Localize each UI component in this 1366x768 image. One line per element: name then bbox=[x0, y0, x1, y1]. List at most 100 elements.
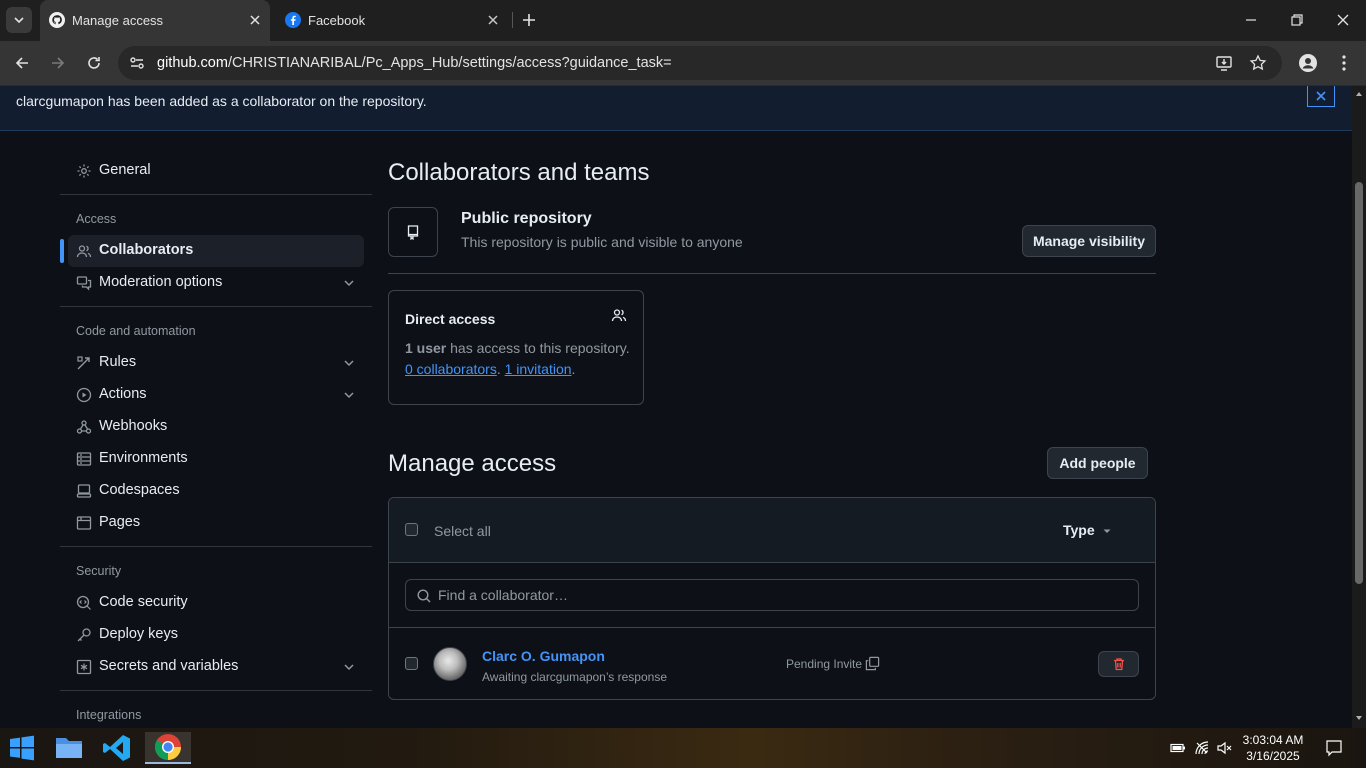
new-tab-icon[interactable] bbox=[520, 11, 538, 29]
sidebar-item-code-security[interactable]: Code security bbox=[68, 587, 364, 619]
scroll-thumb[interactable] bbox=[1355, 182, 1363, 584]
bookmark-star-icon[interactable] bbox=[1249, 54, 1267, 72]
sidebar-item-moderation[interactable]: Moderation options bbox=[68, 267, 364, 299]
list-header: Select all Type bbox=[389, 498, 1155, 563]
chevron-down-icon bbox=[344, 360, 354, 367]
play-circle-icon bbox=[76, 387, 92, 403]
volume-muted-icon[interactable] bbox=[1216, 740, 1232, 756]
trash-icon bbox=[1113, 658, 1124, 671]
sidebar-item-actions[interactable]: Actions bbox=[68, 379, 364, 411]
more-menu-icon[interactable] bbox=[1334, 53, 1354, 73]
sidebar-item-label: Collaborators bbox=[99, 242, 194, 258]
tab-search-button[interactable] bbox=[6, 7, 32, 33]
sidebar-item-webhooks[interactable]: Webhooks bbox=[68, 411, 364, 443]
search-icon bbox=[417, 589, 431, 603]
member-name-link[interactable]: Clarc O. Gumapon bbox=[482, 648, 605, 664]
back-icon[interactable] bbox=[12, 53, 32, 73]
access-text: has access to this repository. bbox=[446, 340, 630, 356]
rules-icon bbox=[77, 356, 90, 370]
scroll-up-icon[interactable] bbox=[1355, 90, 1363, 98]
direct-access-summary: 1 user has access to this repository. bbox=[405, 340, 630, 356]
browser-tab-strip: Manage access Facebook bbox=[0, 0, 1366, 41]
sidebar-divider bbox=[60, 306, 372, 307]
taskbar-app-chrome[interactable] bbox=[145, 732, 191, 764]
site-settings-icon[interactable] bbox=[128, 54, 146, 72]
link-separator: . bbox=[496, 361, 505, 377]
sidebar-item-codespaces[interactable]: Codespaces bbox=[68, 475, 364, 507]
chevron-down-icon bbox=[14, 17, 24, 24]
minimize-icon[interactable] bbox=[1243, 12, 1259, 28]
url-text[interactable]: github.com/CHRISTIANARIBAL/Pc_Apps_Hub/s… bbox=[157, 55, 672, 71]
page-scrollbar[interactable] bbox=[1352, 86, 1366, 728]
address-bar[interactable]: github.com/CHRISTIANARIBAL/Pc_Apps_Hub/s… bbox=[118, 46, 1282, 80]
sidebar-item-label: General bbox=[99, 162, 151, 178]
install-app-icon[interactable] bbox=[1215, 54, 1233, 72]
key-icon bbox=[77, 628, 91, 642]
sidebar-item-pages[interactable]: Pages bbox=[68, 507, 364, 539]
people-icon bbox=[611, 309, 627, 322]
tab-facebook[interactable]: Facebook bbox=[276, 0, 508, 41]
sidebar-item-deploy-keys[interactable]: Deploy keys bbox=[68, 619, 364, 651]
manage-visibility-button[interactable]: Manage visibility bbox=[1022, 225, 1156, 257]
add-people-button[interactable]: Add people bbox=[1047, 447, 1148, 479]
people-icon bbox=[76, 245, 92, 258]
network-icon[interactable] bbox=[1194, 740, 1210, 756]
active-indicator bbox=[60, 239, 64, 263]
collaborators-link[interactable]: 0 collaborators bbox=[405, 361, 497, 377]
scroll-down-icon[interactable] bbox=[1355, 714, 1363, 722]
battery-icon[interactable] bbox=[1170, 740, 1186, 756]
close-tab-icon[interactable] bbox=[486, 13, 500, 27]
close-tab-icon[interactable] bbox=[248, 13, 262, 27]
key-asterisk-icon bbox=[76, 659, 92, 675]
collaborator-search[interactable] bbox=[405, 579, 1139, 611]
select-all-checkbox[interactable] bbox=[405, 523, 418, 536]
sidebar-divider bbox=[60, 546, 372, 547]
codescan-icon bbox=[76, 595, 91, 610]
comment-discussion-icon bbox=[76, 276, 92, 291]
select-all-label[interactable]: Select all bbox=[434, 523, 491, 539]
chevron-down-icon bbox=[344, 392, 354, 399]
sidebar-item-secrets[interactable]: Secrets and variables bbox=[68, 651, 364, 683]
profile-icon[interactable] bbox=[1298, 53, 1318, 73]
start-button[interactable] bbox=[2, 732, 42, 764]
facebook-icon bbox=[285, 12, 301, 28]
flash-banner: clarcgumapon has been added as a collabo… bbox=[0, 86, 1352, 131]
chevron-down-icon bbox=[344, 280, 354, 287]
sidebar-item-rules[interactable]: Rules bbox=[68, 347, 364, 379]
windows-taskbar: 3:03:04 AM 3/16/2025 bbox=[0, 728, 1366, 768]
system-clock[interactable]: 3:03:04 AM 3/16/2025 bbox=[1238, 732, 1308, 764]
chrome-icon bbox=[154, 734, 181, 761]
vscode-icon bbox=[103, 735, 130, 761]
gear-icon bbox=[77, 164, 91, 178]
tab-manage-access[interactable]: Manage access bbox=[40, 0, 270, 41]
section-divider bbox=[388, 273, 1156, 274]
flash-close-button[interactable] bbox=[1307, 86, 1335, 107]
restore-icon[interactable] bbox=[1289, 12, 1305, 28]
type-filter-button[interactable]: Type bbox=[1063, 522, 1095, 538]
repo-visibility-title: Public repository bbox=[461, 210, 592, 227]
reload-icon[interactable] bbox=[84, 53, 104, 73]
invitation-link[interactable]: 1 invitation bbox=[505, 361, 572, 377]
sidebar-item-general[interactable]: General bbox=[68, 155, 364, 187]
row-checkbox[interactable] bbox=[405, 657, 418, 670]
page-title: Collaborators and teams bbox=[388, 159, 650, 186]
copy-icon[interactable] bbox=[865, 656, 880, 671]
taskbar-app-vscode[interactable] bbox=[97, 732, 137, 764]
sidebar-item-environments[interactable]: Environments bbox=[68, 443, 364, 475]
notification-center-icon[interactable] bbox=[1325, 739, 1343, 757]
browser-icon bbox=[76, 516, 92, 530]
tab-separator bbox=[512, 12, 513, 28]
repo-icon bbox=[407, 225, 419, 240]
taskbar-app-files[interactable] bbox=[49, 732, 89, 764]
sidebar-heading-security: Security bbox=[76, 564, 122, 578]
sidebar-item-collaborators[interactable]: Collaborators bbox=[68, 235, 364, 267]
forward-icon[interactable] bbox=[48, 53, 68, 73]
triangle-down-icon bbox=[1103, 529, 1111, 533]
search-input[interactable] bbox=[438, 580, 1128, 610]
sidebar-item-label: Rules bbox=[99, 354, 137, 370]
link-end: . bbox=[571, 361, 576, 377]
remove-member-button[interactable] bbox=[1098, 651, 1139, 677]
close-window-icon[interactable] bbox=[1335, 12, 1351, 28]
url-path: /CHRISTIANARIBAL/Pc_Apps_Hub/settings/ac… bbox=[227, 55, 672, 71]
sidebar-heading-integrations: Integrations bbox=[76, 708, 142, 722]
